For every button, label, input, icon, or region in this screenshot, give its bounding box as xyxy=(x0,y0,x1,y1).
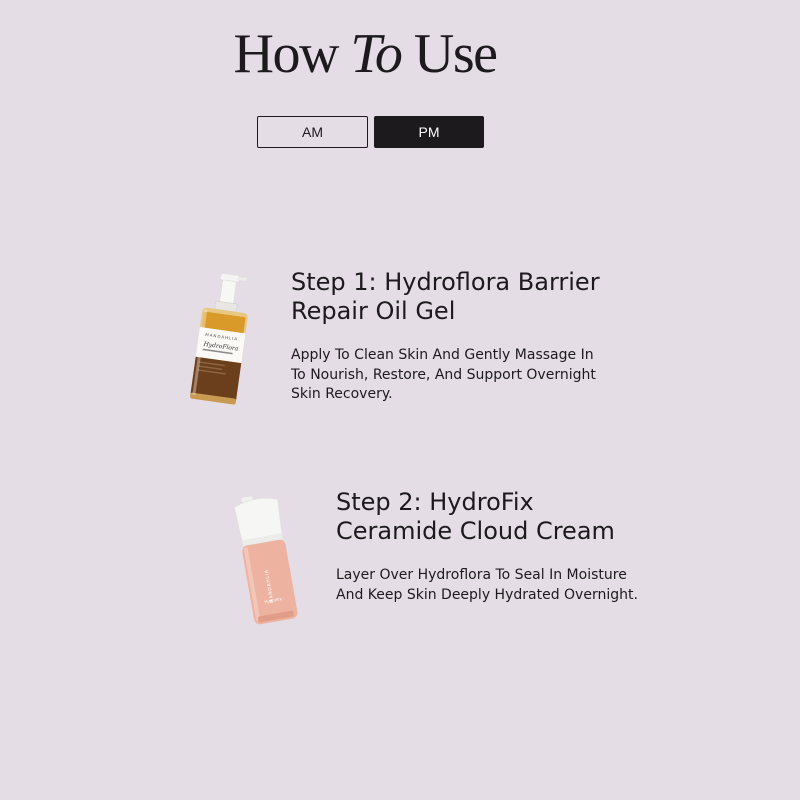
page-title-part1: How xyxy=(233,23,351,85)
step1-title: Step 1: Hydroflora Barrier Repair Oil Ge… xyxy=(291,268,600,325)
tab-pm-label: PM xyxy=(418,124,440,140)
step1-description: Apply To Clean Skin And Gently Massage I… xyxy=(291,347,596,402)
step2-description: Layer Over Hydroflora To Seal In Moistur… xyxy=(336,567,638,603)
hydroflora-oil-gel-image: MANDAHLIA HydroFlora xyxy=(190,273,248,405)
tab-pm[interactable]: PM xyxy=(374,116,484,148)
tab-am[interactable]: AM xyxy=(257,116,368,148)
step2-title: Step 2: HydroFix Ceramide Cloud Cream xyxy=(336,488,615,545)
hydrofix-cloud-cream-image: MANDAHLIA HydroFix xyxy=(233,495,298,625)
page-title-italic: To xyxy=(350,23,403,85)
tab-am-label: AM xyxy=(302,124,323,140)
page-title: How To Use xyxy=(0,22,730,86)
page-title-part2: Use xyxy=(401,23,498,85)
